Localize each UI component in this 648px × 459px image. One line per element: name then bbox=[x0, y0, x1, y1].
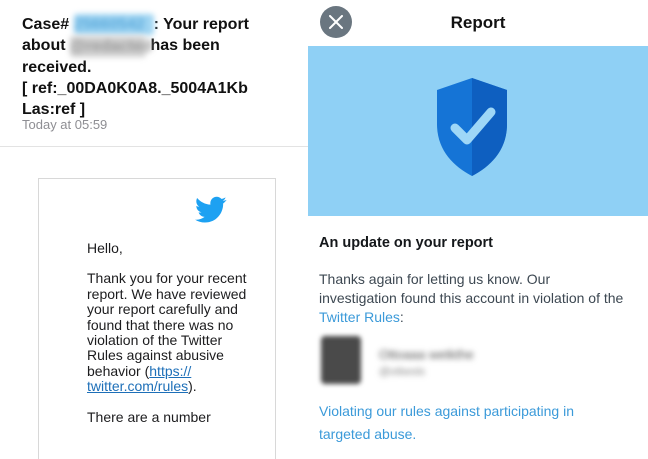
update-body: Thanks again for letting us know. Our in… bbox=[319, 271, 624, 325]
email-card: Hello, Thank you for your recent report.… bbox=[38, 178, 276, 459]
violation-link[interactable]: Violating our rules against participatin… bbox=[319, 400, 629, 446]
subject-line-4: [ ref:_00DA0K0A8._5004A1Kb bbox=[22, 79, 248, 97]
twitter-bird-icon bbox=[195, 196, 227, 223]
subject-line-2: about @redacted has been bbox=[22, 35, 220, 57]
reported-account[interactable]: Ottoaaa wetkthe @otbesls bbox=[319, 336, 639, 386]
shield-check-icon bbox=[437, 78, 507, 176]
update-heading: An update on your report bbox=[319, 235, 493, 251]
subject-line-1: Case# 25660542: Your report bbox=[22, 14, 250, 36]
email-paragraph: Thank you for your recent report. We hav… bbox=[87, 270, 247, 395]
report-screen: Report An update on your report Thanks a… bbox=[308, 0, 648, 459]
email-greeting: Hello, bbox=[87, 240, 123, 256]
account-handle: @otbesls bbox=[379, 366, 426, 378]
twitter-rules-link[interactable]: Twitter Rules bbox=[319, 309, 400, 325]
account-name: Ottoaaa wetkthe bbox=[379, 347, 474, 362]
email-paragraph-next: There are a number bbox=[87, 408, 211, 425]
email-body: Hello, Thank you for your recent report.… bbox=[87, 240, 247, 440]
email-panel: Case# 25660542: Your report about @redac… bbox=[0, 0, 308, 459]
redacted-case-number: 25660542 bbox=[73, 14, 154, 36]
redacted-username: @redacted bbox=[70, 35, 153, 57]
divider bbox=[0, 146, 308, 147]
email-subject: Case# 25660542: Your report about @redac… bbox=[22, 14, 302, 120]
avatar bbox=[321, 336, 361, 384]
report-header: Report bbox=[308, 0, 648, 46]
report-banner bbox=[308, 46, 648, 216]
subject-line-3: received. bbox=[22, 58, 92, 76]
email-timestamp: Today at 05:59 bbox=[22, 117, 108, 132]
report-title: Report bbox=[450, 13, 506, 32]
